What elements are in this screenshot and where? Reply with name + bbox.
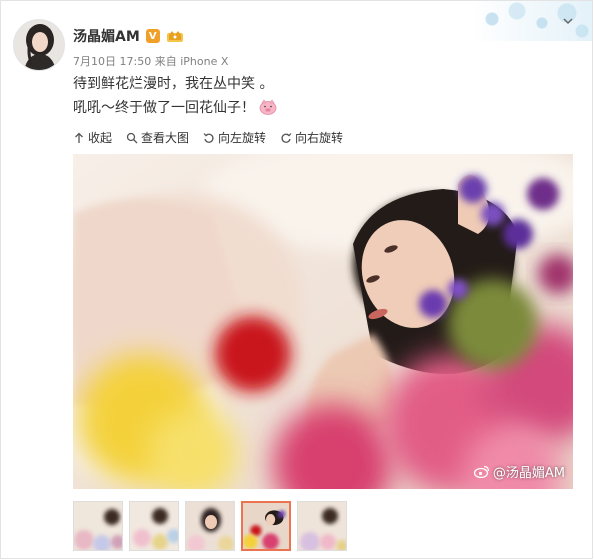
thumbnail-5[interactable] [297, 501, 347, 551]
rotate-left-label: 向左旋转 [218, 131, 267, 145]
watermark-text: @汤晶媚AM [492, 466, 565, 481]
collapse-button[interactable]: 收起 [73, 129, 112, 146]
pig-emoji-icon [259, 99, 277, 115]
collapse-label: 收起 [88, 131, 113, 145]
author-name[interactable]: 汤晶媚AM [73, 26, 140, 46]
rotate-left-icon [203, 132, 214, 143]
weibo-post-card: 汤晶媚AM V 7月10日 17:50 来自 iPhone X 待到鲜花烂漫时，… [0, 0, 593, 559]
post-text-line2-row: 吼吼～终于做了一回花仙子！ [73, 97, 277, 117]
rotate-left-button[interactable]: 向左旋转 [203, 129, 266, 146]
search-icon [126, 132, 138, 143]
thumbnail-3[interactable] [185, 501, 235, 551]
corner-decoration [472, 1, 592, 41]
post-date[interactable]: 7月10日 17:50 [73, 55, 151, 68]
thumbnail-4-selected[interactable] [241, 501, 291, 551]
rotate-right-icon [281, 132, 292, 143]
author-row: 汤晶媚AM V [73, 26, 184, 46]
photo-watermark: @汤晶媚AM [473, 462, 565, 481]
weibo-logo-icon [473, 465, 489, 478]
post-source[interactable]: iPhone X [180, 55, 228, 68]
view-large-button[interactable]: 查看大图 [126, 129, 189, 146]
post-text-line1: 待到鲜花烂漫时，我在丛中笑 。 [73, 76, 274, 92]
thumbnail-2[interactable] [129, 501, 179, 551]
post-text-line2: 吼吼～终于做了一回花仙子！ [73, 100, 255, 116]
verified-icon[interactable]: V [145, 29, 160, 43]
avatar[interactable] [13, 19, 65, 71]
crown-icon[interactable] [166, 29, 184, 43]
main-photo[interactable]: @汤晶媚AM [73, 154, 573, 489]
rotate-right-button[interactable]: 向右旋转 [280, 129, 343, 146]
view-large-label: 查看大图 [141, 131, 190, 145]
thumbnail-1[interactable] [73, 501, 123, 551]
source-prefix: 来自 [154, 55, 177, 68]
arrow-up-icon [75, 132, 83, 143]
chevron-down-icon[interactable] [562, 15, 574, 27]
post-meta: 7月10日 17:50 来自 iPhone X [73, 53, 228, 69]
photo-illustration [73, 154, 573, 489]
thumbnail-strip [73, 501, 347, 551]
rotate-right-label: 向右旋转 [295, 131, 344, 145]
image-toolbar: 收起 查看大图 向左旋转 向右旋转 [73, 129, 343, 146]
